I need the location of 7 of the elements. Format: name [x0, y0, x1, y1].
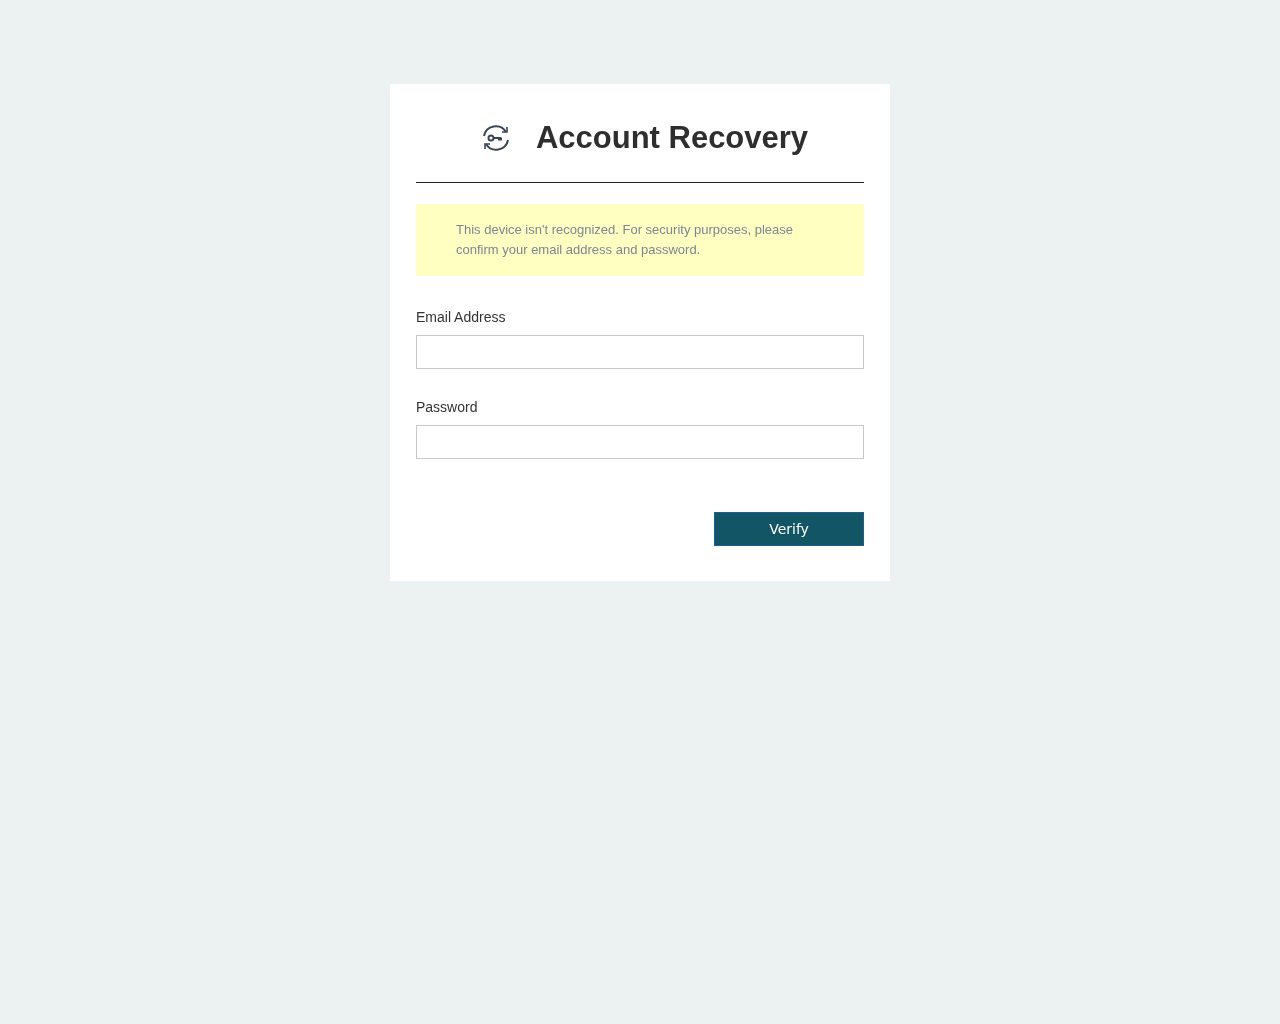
field-label: Password: [416, 399, 479, 415]
input-field[interactable]: [416, 425, 864, 459]
page-title: Account Recovery: [535, 120, 809, 156]
verify-button[interactable]: Verify: [714, 512, 864, 546]
input-field[interactable]: [416, 335, 864, 369]
warning-notice: This device isn't recognized. For security purposes, please confirm your email address and password.: [416, 204, 864, 276]
field-label: Email Address: [416, 309, 507, 325]
